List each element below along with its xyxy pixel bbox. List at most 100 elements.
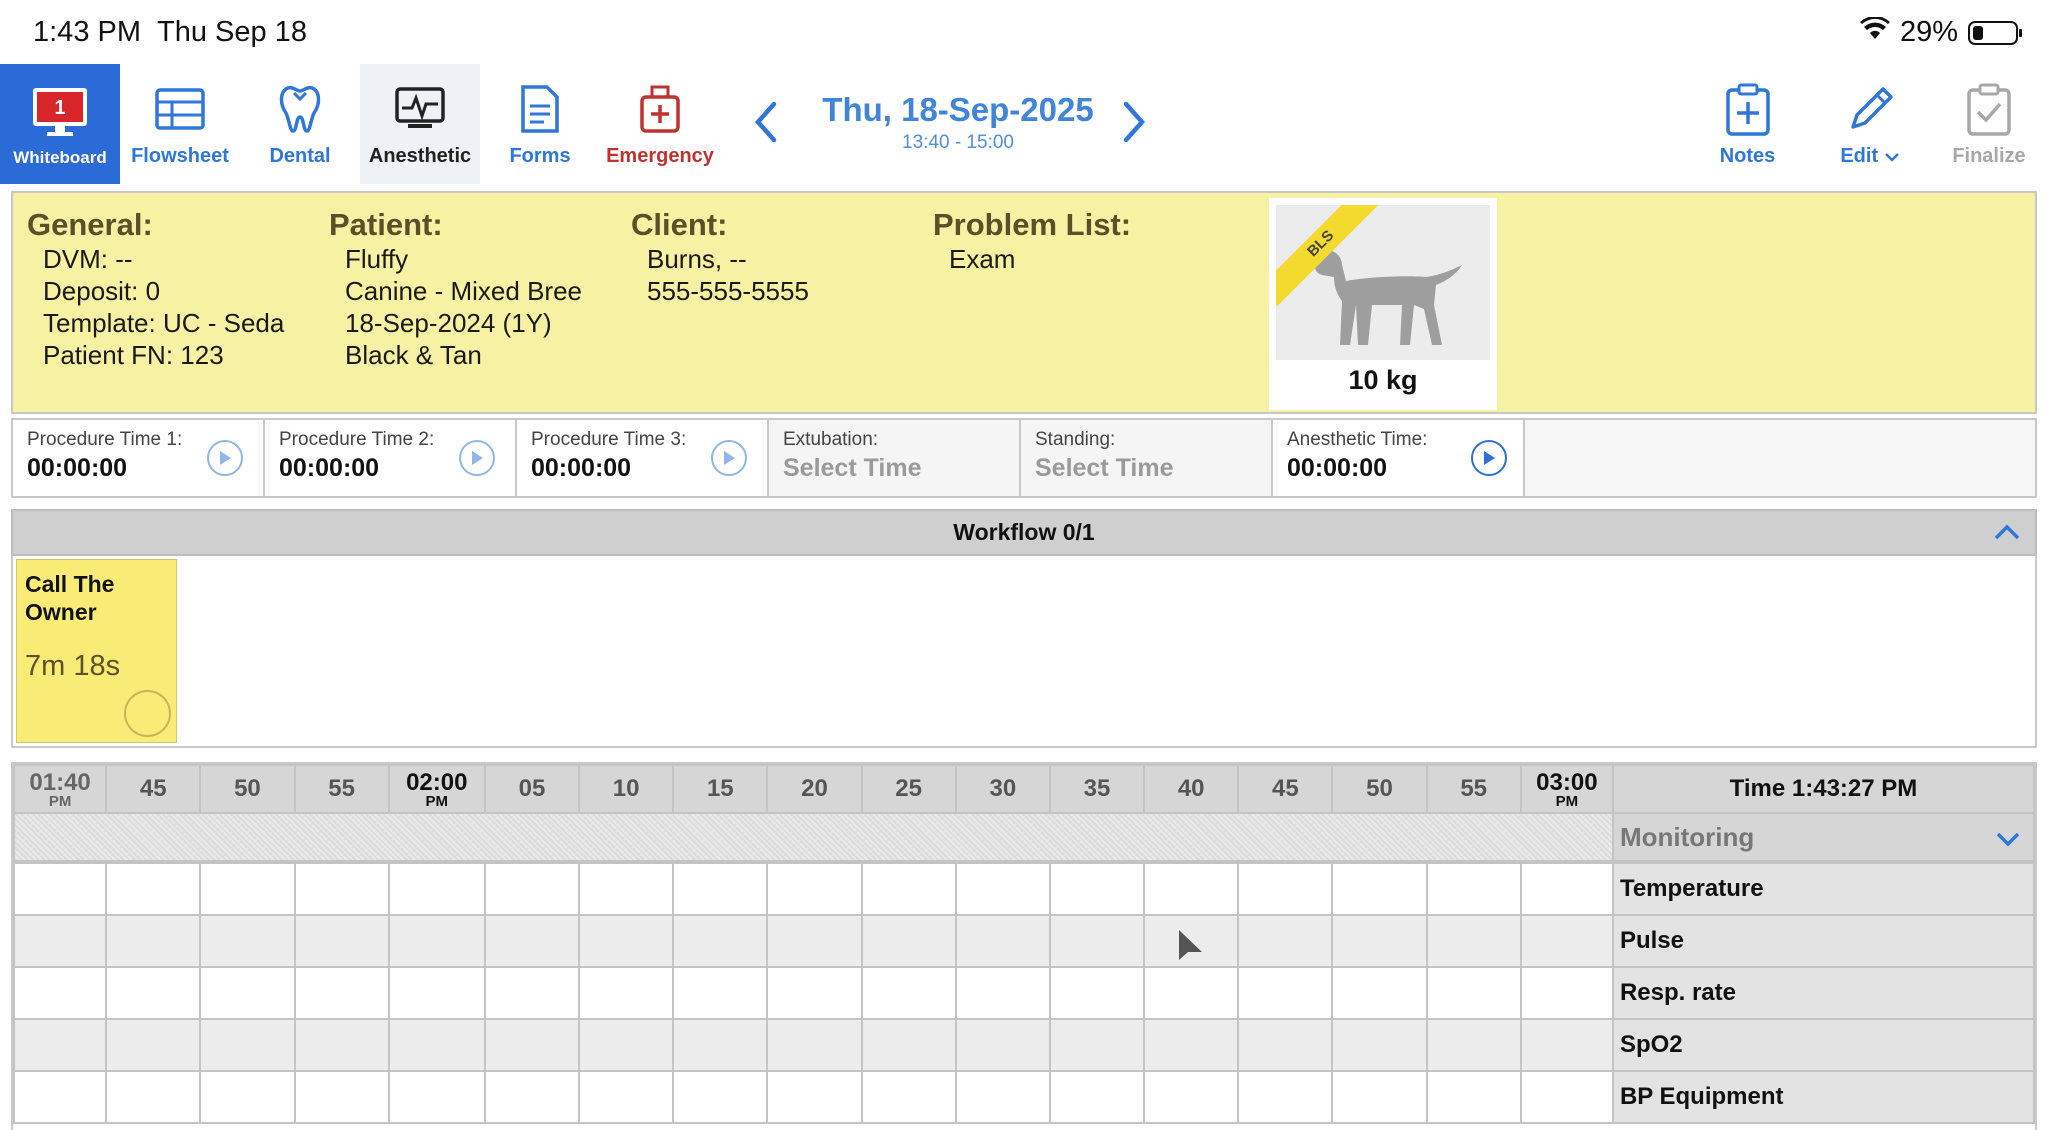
info-line[interactable]: 555-555-5555 bbox=[631, 275, 809, 307]
grid-cell[interactable] bbox=[860, 1070, 957, 1124]
grid-cell[interactable] bbox=[1425, 1070, 1522, 1124]
grid-cell[interactable] bbox=[105, 862, 202, 916]
tab-dental[interactable]: Dental bbox=[240, 64, 360, 184]
grid-cell[interactable] bbox=[1237, 914, 1334, 968]
grid-cell[interactable] bbox=[1519, 862, 1614, 916]
grid-cell[interactable] bbox=[1237, 862, 1334, 916]
grid-cell[interactable] bbox=[1048, 966, 1146, 1020]
grid-cell[interactable] bbox=[105, 1070, 202, 1124]
date-title[interactable]: Thu, 18-Sep-2025 bbox=[808, 91, 1108, 129]
parameter-label[interactable]: Temperature bbox=[1611, 862, 2036, 916]
grid-cell[interactable] bbox=[954, 1070, 1051, 1124]
grid-cell[interactable] bbox=[105, 966, 202, 1020]
notes-button[interactable]: Notes bbox=[1690, 64, 1805, 184]
grid-cell[interactable] bbox=[1237, 966, 1334, 1020]
workflow-task-card[interactable]: Call The Owner 7m 18s bbox=[16, 559, 177, 743]
grid-cell[interactable] bbox=[1331, 914, 1428, 968]
monitoring-section-header[interactable]: Monitoring bbox=[1611, 812, 2036, 862]
grid-cell[interactable] bbox=[293, 914, 390, 968]
grid-cell[interactable] bbox=[1143, 862, 1240, 916]
grid-cell[interactable] bbox=[1331, 1018, 1428, 1072]
grid-cell[interactable] bbox=[199, 914, 296, 968]
grid-cell[interactable] bbox=[578, 914, 675, 968]
grid-cell[interactable] bbox=[199, 1018, 296, 1072]
grid-cell[interactable] bbox=[1143, 1018, 1240, 1072]
grid-cell[interactable] bbox=[860, 862, 957, 916]
procedure-time-1[interactable]: Procedure Time 1: 00:00:00 bbox=[13, 420, 265, 496]
grid-cell[interactable] bbox=[1143, 966, 1240, 1020]
grid-cell[interactable] bbox=[105, 1018, 202, 1072]
finalize-button[interactable]: Finalize bbox=[1930, 64, 2048, 184]
grid-cell[interactable] bbox=[578, 1018, 675, 1072]
grid-cell[interactable] bbox=[483, 914, 581, 968]
grid-cell[interactable] bbox=[1048, 1018, 1146, 1072]
tab-forms[interactable]: Forms bbox=[480, 64, 600, 184]
grid-cell[interactable] bbox=[672, 914, 769, 968]
grid-cell[interactable] bbox=[199, 1070, 296, 1124]
edit-button[interactable]: Edit bbox=[1810, 64, 1930, 184]
grid-cell[interactable] bbox=[578, 862, 675, 916]
grid-cell[interactable] bbox=[578, 966, 675, 1020]
grid-cell[interactable] bbox=[672, 966, 769, 1020]
tab-emergency[interactable]: Emergency bbox=[600, 64, 720, 184]
grid-cell[interactable] bbox=[766, 966, 863, 1020]
grid-cell[interactable] bbox=[483, 966, 581, 1020]
grid-cell[interactable] bbox=[1331, 966, 1428, 1020]
grid-cell[interactable] bbox=[860, 1018, 957, 1072]
play-icon[interactable] bbox=[711, 440, 747, 476]
grid-cell[interactable] bbox=[1237, 1018, 1334, 1072]
grid-cell[interactable] bbox=[105, 914, 202, 968]
parameter-label[interactable]: BP Equipment bbox=[1611, 1070, 2036, 1124]
grid-cell[interactable] bbox=[1425, 1018, 1522, 1072]
grid-cell[interactable] bbox=[954, 966, 1051, 1020]
grid-cell[interactable] bbox=[387, 862, 486, 916]
grid-cell[interactable] bbox=[387, 966, 486, 1020]
procedure-time-3[interactable]: Procedure Time 3: 00:00:00 bbox=[517, 420, 769, 496]
grid-cell[interactable] bbox=[1425, 914, 1522, 968]
grid-cell[interactable] bbox=[12, 862, 108, 916]
play-icon[interactable] bbox=[1471, 440, 1507, 476]
grid-cell[interactable] bbox=[387, 1070, 486, 1124]
grid-cell[interactable] bbox=[1425, 862, 1522, 916]
parameter-label[interactable]: Resp. rate bbox=[1611, 966, 2036, 1020]
grid-cell[interactable] bbox=[1519, 1018, 1614, 1072]
grid-cell[interactable] bbox=[1519, 966, 1614, 1020]
chevron-down-icon[interactable] bbox=[1995, 824, 2021, 855]
grid-cell[interactable] bbox=[483, 1018, 581, 1072]
tab-whiteboard[interactable]: 1 Whiteboard bbox=[0, 64, 120, 184]
grid-cell[interactable] bbox=[483, 862, 581, 916]
grid-cell[interactable] bbox=[387, 1018, 486, 1072]
grid-cell[interactable] bbox=[672, 862, 769, 916]
play-icon[interactable] bbox=[207, 440, 243, 476]
grid-cell[interactable] bbox=[199, 862, 296, 916]
grid-cell[interactable] bbox=[1237, 1070, 1334, 1124]
grid-cell[interactable] bbox=[293, 966, 390, 1020]
grid-cell[interactable] bbox=[1425, 966, 1522, 1020]
procedure-time-2[interactable]: Procedure Time 2: 00:00:00 bbox=[265, 420, 517, 496]
grid-cell[interactable] bbox=[1519, 914, 1614, 968]
extubation-time[interactable]: Extubation: Select Time bbox=[769, 420, 1021, 496]
play-icon[interactable] bbox=[459, 440, 495, 476]
standing-time[interactable]: Standing: Select Time bbox=[1021, 420, 1273, 496]
grid-cell[interactable] bbox=[1048, 862, 1146, 916]
grid-cell[interactable] bbox=[1519, 1070, 1614, 1124]
tab-flowsheet[interactable]: Flowsheet bbox=[120, 64, 240, 184]
pet-card[interactable]: BLS 10 kg bbox=[1269, 198, 1497, 410]
grid-cell[interactable] bbox=[578, 1070, 675, 1124]
grid-cell[interactable] bbox=[766, 1018, 863, 1072]
grid-cell[interactable] bbox=[672, 1018, 769, 1072]
grid-cell[interactable] bbox=[954, 1018, 1051, 1072]
grid-cell[interactable] bbox=[12, 1070, 108, 1124]
anesthetic-time[interactable]: Anesthetic Time: 00:00:00 bbox=[1273, 420, 1525, 496]
grid-cell[interactable] bbox=[672, 1070, 769, 1124]
next-date-button[interactable] bbox=[1120, 100, 1150, 156]
grid-cell[interactable] bbox=[1331, 862, 1428, 916]
grid-cell[interactable] bbox=[766, 1070, 863, 1124]
grid-cell[interactable] bbox=[293, 862, 390, 916]
grid-cell[interactable] bbox=[12, 966, 108, 1020]
grid-cell[interactable] bbox=[860, 914, 957, 968]
grid-cell[interactable] bbox=[954, 862, 1051, 916]
tab-anesthetic[interactable]: Anesthetic bbox=[360, 64, 480, 184]
grid-cell[interactable] bbox=[766, 862, 863, 916]
grid-cell[interactable] bbox=[12, 914, 108, 968]
